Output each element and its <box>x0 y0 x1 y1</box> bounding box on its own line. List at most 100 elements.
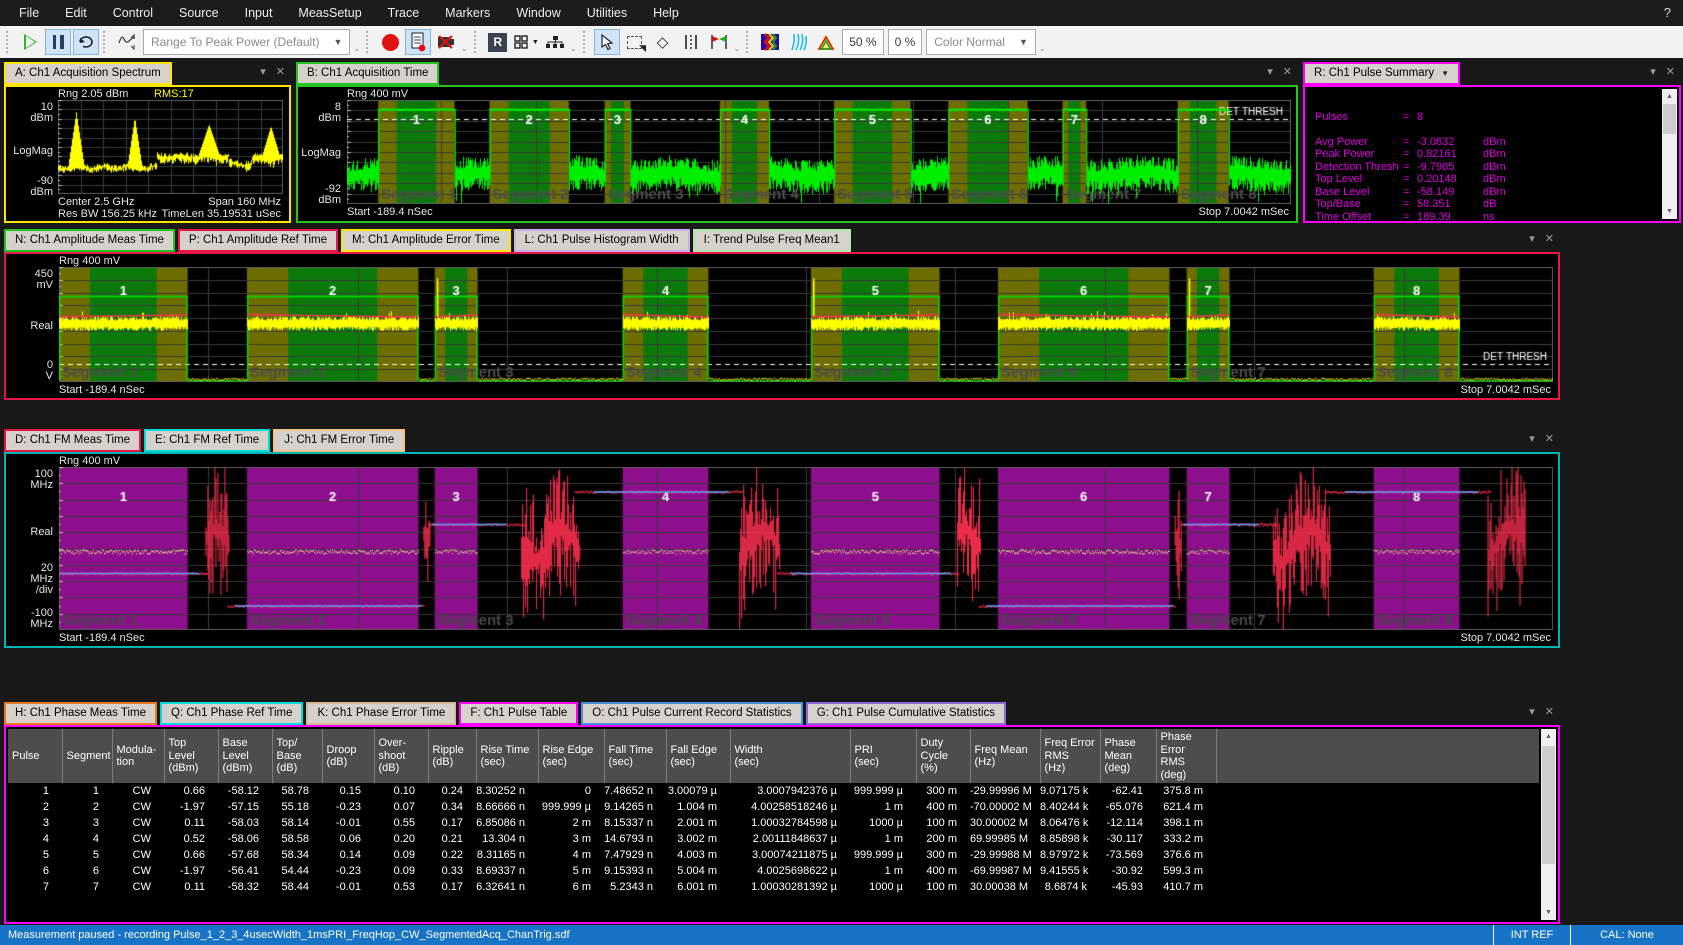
recall-button[interactable]: R <box>485 29 511 55</box>
marker-flags-button[interactable] <box>706 29 732 55</box>
close-panel-icon[interactable]: ✕ <box>1545 233 1554 246</box>
tab-i[interactable]: I: Trend Pulse Freq Mean1 <box>693 229 851 252</box>
overflow-chevron-icon[interactable]: ⌄ <box>1039 44 1046 53</box>
scroll-up-icon[interactable]: ▲ <box>1662 89 1677 104</box>
arrange-windows-button[interactable] <box>542 29 568 55</box>
table-row[interactable]: 22CW-1.97-57.1555.18-0.230.070.348.66666… <box>8 799 1539 815</box>
tab-pulse-summary[interactable]: R: Ch1 Pulse Summary▼ <box>1303 62 1460 85</box>
tab-k[interactable]: K: Ch1 Phase Error Time <box>306 702 456 725</box>
tab-h[interactable]: H: Ch1 Phase Meas Time <box>4 702 157 725</box>
table-cell: 3 m <box>538 831 604 847</box>
table-row[interactable]: 33CW0.11-58.0358.14-0.010.550.176.85086 … <box>8 815 1539 831</box>
tab-acquisition-time[interactable]: B: Ch1 Acquisition Time <box>296 62 439 85</box>
marker-diamond-button[interactable]: ◇ <box>650 29 676 55</box>
summary-scrollbar[interactable]: ▲ ▼ <box>1662 89 1677 219</box>
help-icon[interactable]: ? <box>1664 0 1671 26</box>
select-cursor-button[interactable] <box>594 29 620 55</box>
restart-button[interactable] <box>73 29 99 55</box>
table-cell: 0.66 <box>164 783 218 799</box>
table-row[interactable]: 77CW0.11-58.3258.44-0.010.530.176.32641 … <box>8 879 1539 895</box>
menu-input[interactable]: Input <box>232 0 286 26</box>
menu-utilities[interactable]: Utilities <box>574 0 640 26</box>
scroll-down-icon[interactable]: ▼ <box>1662 204 1677 219</box>
layout-grid-button[interactable]: ▼ <box>513 29 540 55</box>
table-cell: -1.97 <box>164 863 218 879</box>
close-panel-icon[interactable]: ✕ <box>276 66 285 79</box>
table-cell: 0.20 <box>374 831 428 847</box>
menu-window[interactable]: Window <box>503 0 573 26</box>
close-panel-icon[interactable]: ✕ <box>1283 66 1292 79</box>
overflow-chevron-icon[interactable]: ⌄ <box>353 44 360 53</box>
menu-source[interactable]: Source <box>166 0 232 26</box>
minimize-panel-icon[interactable]: ▾ <box>260 66 266 79</box>
play-button[interactable] <box>17 29 43 55</box>
offset-percent-box[interactable]: 0 % <box>888 29 923 55</box>
minimize-panel-icon[interactable]: ▾ <box>1650 66 1656 79</box>
record-button[interactable] <box>377 29 403 55</box>
tab-acquisition-spectrum[interactable]: A: Ch1 Acquisition Spectrum <box>4 62 172 85</box>
tab-j[interactable]: J: Ch1 FM Error Time <box>273 429 405 452</box>
zoom-percent-box[interactable]: 50 % <box>842 29 883 55</box>
y-axis-top-unit: MHz <box>30 479 53 491</box>
tab-l[interactable]: L: Ch1 Pulse Histogram Width <box>514 229 690 252</box>
tab-e[interactable]: E: Ch1 FM Ref Time <box>144 429 270 452</box>
menu-file[interactable]: File <box>6 0 52 26</box>
menu-help[interactable]: Help <box>640 0 692 26</box>
scrollbar-thumb[interactable] <box>1542 746 1555 864</box>
tab-p[interactable]: P: Ch1 Amplitude Ref Time <box>178 229 338 252</box>
tab-g[interactable]: G: Ch1 Pulse Cumulative Statistics <box>806 702 1006 725</box>
fm-plot[interactable] <box>59 467 1553 630</box>
minimize-panel-icon[interactable]: ▾ <box>1529 233 1535 246</box>
table-row[interactable]: 55CW0.66-57.6858.340.140.090.228.31165 n… <box>8 847 1539 863</box>
record-file-button[interactable] <box>405 29 431 55</box>
table-cell: 999.999 µ <box>850 847 916 863</box>
close-panel-icon[interactable]: ✕ <box>1545 706 1554 719</box>
color-mode-select[interactable]: Color Normal ▼ <box>926 29 1036 55</box>
table-scrollbar[interactable]: ▲ ▼ <box>1541 729 1556 920</box>
tab-f[interactable]: F: Ch1 Pulse Table <box>459 702 578 725</box>
tab-n[interactable]: N: Ch1 Amplitude Meas Time <box>4 229 175 252</box>
tab-m[interactable]: M: Ch1 Amplitude Error Time <box>341 229 511 252</box>
amplitude-plot[interactable] <box>59 267 1553 382</box>
tab-d[interactable]: D: Ch1 FM Meas Time <box>4 429 141 452</box>
autorange-button[interactable] <box>114 29 140 55</box>
minimize-panel-icon[interactable]: ▾ <box>1529 706 1535 719</box>
scroll-up-icon[interactable]: ▲ <box>1541 729 1556 744</box>
table-cell: 7.48652 n <box>604 783 666 799</box>
overflow-chevron-icon[interactable]: ⌄ <box>461 44 468 53</box>
table-cell: 6 m <box>538 879 604 895</box>
range-mode-value: Range To Peak Power (Default) <box>151 35 320 49</box>
menu-meassetup[interactable]: MeasSetup <box>285 0 374 26</box>
menu-control[interactable]: Control <box>100 0 166 26</box>
overflow-chevron-ic[interactable]: ⌄ <box>570 44 577 53</box>
table-cell: 1.00032784598 µ <box>730 815 850 831</box>
overflow-chevron-icon[interactable]: ⌄ <box>734 44 741 53</box>
summary-su <box>1483 111 1657 124</box>
table-row[interactable]: 11CW0.66-58.1258.780.150.100.248.30252 n… <box>8 783 1539 799</box>
table-cell: 200 m <box>916 831 970 847</box>
scroll-down-icon[interactable]: ▼ <box>1541 905 1556 920</box>
zoom-select-button[interactable]: ◥ <box>622 29 648 55</box>
acquisition-time-plot[interactable] <box>347 100 1291 204</box>
table-row[interactable]: 44CW0.52-58.0658.580.060.200.2113.304 n3… <box>8 831 1539 847</box>
minimize-panel-icon[interactable]: ▾ <box>1529 433 1535 446</box>
pause-button[interactable] <box>45 29 71 55</box>
range-mode-select[interactable]: Range To Peak Power (Default) ▼ <box>143 29 350 55</box>
close-panel-icon[interactable]: ✕ <box>1545 433 1554 446</box>
discard-record-button[interactable] <box>433 29 459 55</box>
minimize-panel-icon[interactable]: ▾ <box>1267 66 1273 79</box>
tab-q[interactable]: Q: Ch1 Phase Ref Time <box>160 702 303 725</box>
tab-o[interactable]: O: Ch1 Pulse Current Record Statistics <box>581 702 802 725</box>
prism-button[interactable] <box>813 29 839 55</box>
spectrum-plot[interactable] <box>58 100 283 194</box>
table-row[interactable]: 66CW-1.97-56.4154.44-0.230.090.338.69337… <box>8 863 1539 879</box>
band-markers-button[interactable] <box>678 29 704 55</box>
table-cell: 0.07 <box>374 799 428 815</box>
waterfall-button[interactable] <box>785 29 811 55</box>
close-panel-icon[interactable]: ✕ <box>1666 66 1675 79</box>
scrollbar-thumb[interactable] <box>1663 104 1676 134</box>
spectrogram-button[interactable] <box>757 29 783 55</box>
menu-markers[interactable]: Markers <box>432 0 503 26</box>
menu-trace[interactable]: Trace <box>375 0 433 26</box>
menu-edit[interactable]: Edit <box>52 0 100 26</box>
